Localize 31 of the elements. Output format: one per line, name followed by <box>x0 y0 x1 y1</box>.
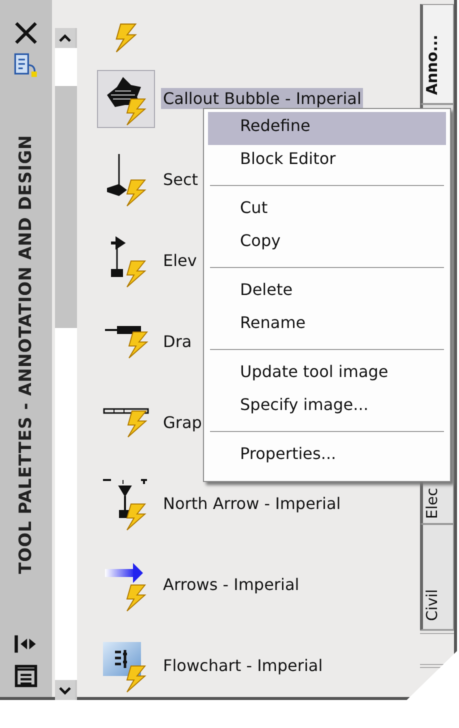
palette-title: TOOL PALETTES - ANNOTATION AND DESIGN <box>16 134 36 576</box>
tool-icon-frame[interactable] <box>97 70 155 128</box>
palette-tab[interactable]: Anno... <box>420 4 454 104</box>
tool-item[interactable]: Flowchart - Imperial <box>161 655 325 676</box>
close-icon[interactable] <box>13 20 39 46</box>
menu-item[interactable]: Delete <box>208 276 446 309</box>
menu-item[interactable]: Rename <box>208 309 446 342</box>
scroll-thumb[interactable] <box>55 86 77 328</box>
tool-item[interactable]: Elev <box>161 250 199 271</box>
menu-item[interactable]: Properties... <box>208 440 446 473</box>
tool-item[interactable]: Dra <box>161 331 194 352</box>
scroll-down-icon[interactable] <box>55 680 75 700</box>
tool-item[interactable]: Grap <box>161 412 204 433</box>
scrollbar[interactable] <box>55 28 77 700</box>
tool-item[interactable]: Sect <box>161 169 200 190</box>
palette-tab[interactable]: Civil <box>420 524 454 630</box>
menu-item[interactable]: Redefine <box>208 112 446 145</box>
tool-item[interactable]: Arrows - Imperial <box>161 574 302 595</box>
title-mark-icon <box>103 324 149 360</box>
lightning-icon <box>115 23 137 53</box>
menu-item[interactable]: Specify image... <box>208 391 446 424</box>
menu-item[interactable]: Block Editor <box>208 145 446 178</box>
scale-bar-icon <box>102 406 150 438</box>
tool-item[interactable]: North Arrow - Imperial <box>161 493 343 514</box>
menu-icon[interactable] <box>13 663 39 689</box>
menu-item[interactable]: Update tool image <box>208 358 446 391</box>
scroll-up-icon[interactable] <box>55 28 75 48</box>
properties-icon[interactable] <box>13 52 39 78</box>
menu-item[interactable]: Cut <box>208 194 446 227</box>
menu-item[interactable]: Copy <box>208 227 446 260</box>
tool-item[interactable]: Callout Bubble - Imperial <box>161 88 364 109</box>
